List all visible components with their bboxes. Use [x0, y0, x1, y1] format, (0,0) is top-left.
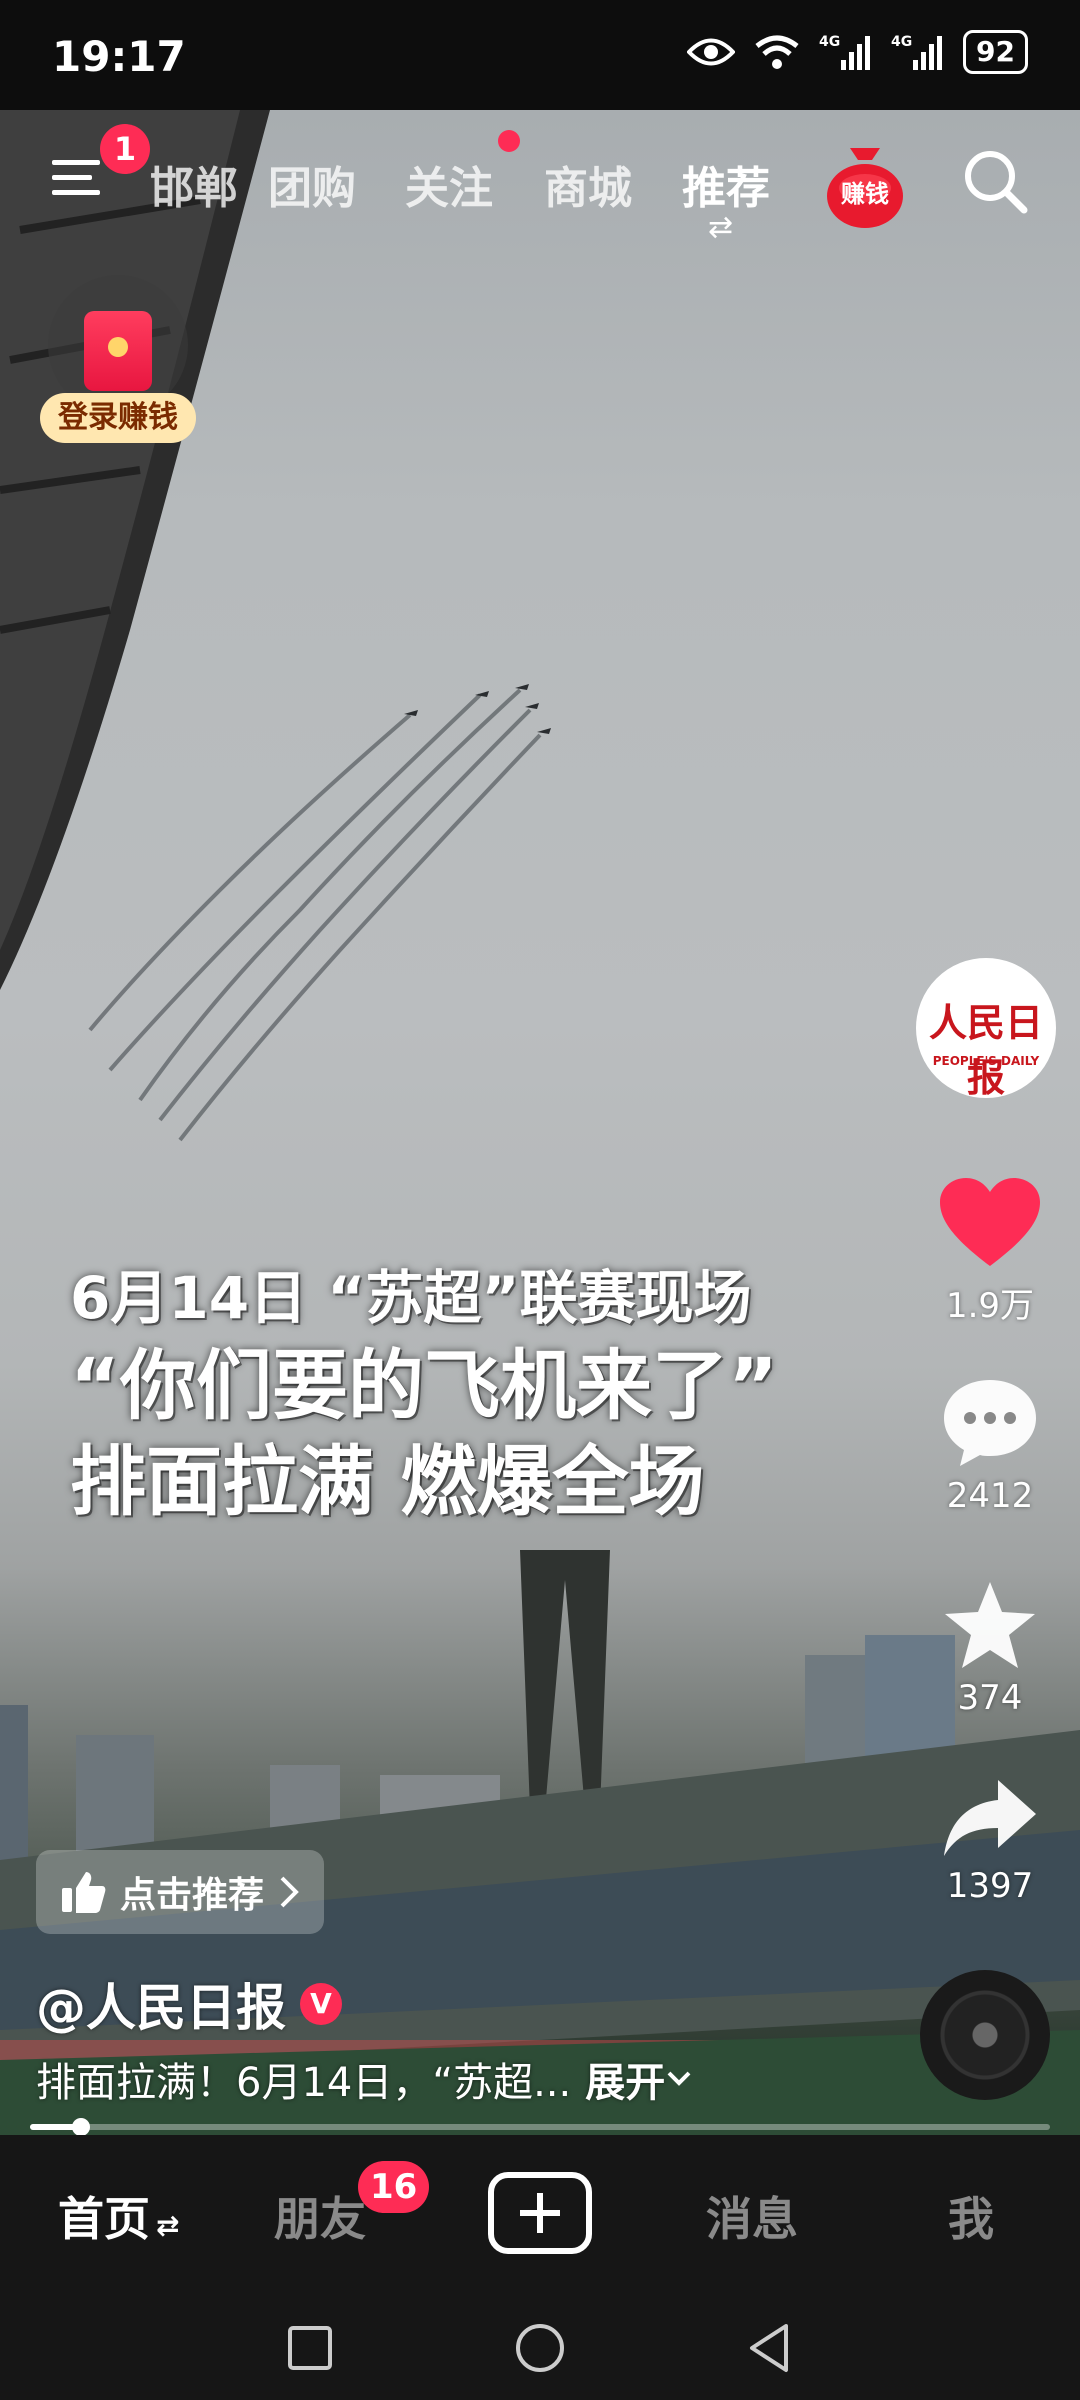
earn-bag-button[interactable]: 赚钱	[824, 144, 906, 230]
tab-mall[interactable]: 商城	[544, 152, 632, 216]
login-earn-label: 登录赚钱	[40, 393, 196, 443]
chevron-down-icon	[667, 2071, 691, 2086]
bottom-tab-bar: 首页 ⇄ 朋友 16 消息 我	[0, 2135, 1080, 2290]
caption-line-3: 排面拉满 燃爆全场	[70, 1437, 705, 1526]
login-earn-widget[interactable]: 登录赚钱	[40, 275, 200, 450]
verified-badge-icon: V	[300, 1983, 342, 2025]
share-button[interactable]: 1397	[910, 1778, 1070, 1906]
create-button[interactable]	[488, 2172, 592, 2254]
earn-bag-label: 赚钱	[841, 180, 889, 208]
video-caption: 6月14日 “苏超”联赛现场 “你们要的飞机来了” 排面拉满 燃爆全场	[70, 1258, 778, 1530]
tab-recommend[interactable]: 推荐	[682, 152, 770, 216]
author-avatar[interactable]: 人民日报 PEOPLE'S DAILY	[916, 958, 1056, 1100]
like-button[interactable]: 1.9万	[910, 1178, 1070, 1327]
svg-text:4G: 4G	[819, 34, 840, 50]
author-name[interactable]: @人民日报	[36, 1968, 286, 2040]
star-icon	[945, 1582, 1035, 1668]
expand-button[interactable]: 展开	[585, 2050, 665, 2108]
caption-line-2: “你们要的飞机来了”	[70, 1341, 778, 1430]
favorite-button[interactable]: 374	[910, 1580, 1070, 1718]
video-description[interactable]: 排面拉满！6月14日，“苏超... 展开	[36, 2050, 693, 2108]
system-navigation-bar	[0, 2290, 1080, 2400]
red-envelope-icon	[84, 311, 152, 391]
comment-count: 2412	[946, 1476, 1034, 1516]
recent-apps-icon[interactable]	[280, 2318, 340, 2378]
back-icon[interactable]	[740, 2318, 800, 2378]
share-icon	[944, 1780, 1036, 1856]
signal-icon-1: 4G	[819, 34, 871, 70]
tab-group-buy[interactable]: 团购	[268, 152, 356, 216]
favorite-count: 374	[957, 1678, 1023, 1718]
video-progress-bar[interactable]	[30, 2118, 1050, 2136]
caption-line-1: 6月14日 “苏超”联赛现场	[70, 1264, 752, 1332]
eye-icon	[687, 38, 736, 66]
status-bar: 19:17 4G 4G 92	[0, 0, 1080, 110]
following-dot	[498, 130, 520, 152]
avatar-subtext: PEOPLE'S DAILY	[932, 1054, 1040, 1068]
status-time: 19:17	[52, 32, 186, 81]
swap-small-icon: ⇄	[156, 2209, 180, 2242]
recommend-label: 点击推荐	[120, 1875, 265, 1916]
search-icon[interactable]	[960, 146, 1032, 218]
signal-icon-2: 4G	[891, 34, 943, 70]
friends-badge: 16	[358, 2161, 430, 2213]
top-navigation: 1 邯郸 团购 关注 商城 推荐 ⇄ 赚钱	[0, 110, 1080, 245]
tab-following[interactable]: 关注	[405, 152, 493, 216]
svg-text:4G: 4G	[891, 34, 912, 50]
like-count: 1.9万	[945, 1286, 1035, 1326]
tab-home[interactable]: 首页 ⇄	[58, 2183, 179, 2249]
tab-local[interactable]: 邯郸	[150, 152, 238, 216]
wifi-icon	[755, 35, 799, 69]
music-disc[interactable]	[920, 1970, 1050, 2100]
progress-knob[interactable]	[72, 2118, 90, 2136]
menu-badge: 1	[100, 124, 150, 174]
tab-messages[interactable]: 消息	[706, 2183, 798, 2249]
battery-indicator: 92	[963, 30, 1028, 74]
chevron-right-icon	[280, 1876, 299, 1908]
author-row[interactable]: @人民日报 V	[36, 1968, 342, 2040]
heart-icon	[940, 1178, 1040, 1266]
home-icon[interactable]	[510, 2318, 570, 2378]
tab-me[interactable]: 我	[948, 2183, 994, 2249]
comment-button[interactable]: 2412	[910, 1378, 1070, 1516]
tab-friends[interactable]: 朋友	[274, 2183, 366, 2249]
tab-home-label: 首页	[58, 2192, 150, 2246]
menu-icon[interactable]	[52, 156, 104, 200]
recommend-button[interactable]: 点击推荐	[36, 1850, 325, 1934]
share-count: 1397	[946, 1866, 1034, 1906]
thumbs-up-icon	[62, 1872, 106, 1913]
swap-icon: ⇄	[708, 210, 734, 245]
status-icons: 4G 4G 92	[687, 30, 1028, 74]
description-text: 排面拉满！6月14日，“苏超...	[36, 2060, 572, 2106]
comment-icon	[944, 1380, 1036, 1466]
avatar-text: 人民日报	[928, 1000, 1043, 1100]
